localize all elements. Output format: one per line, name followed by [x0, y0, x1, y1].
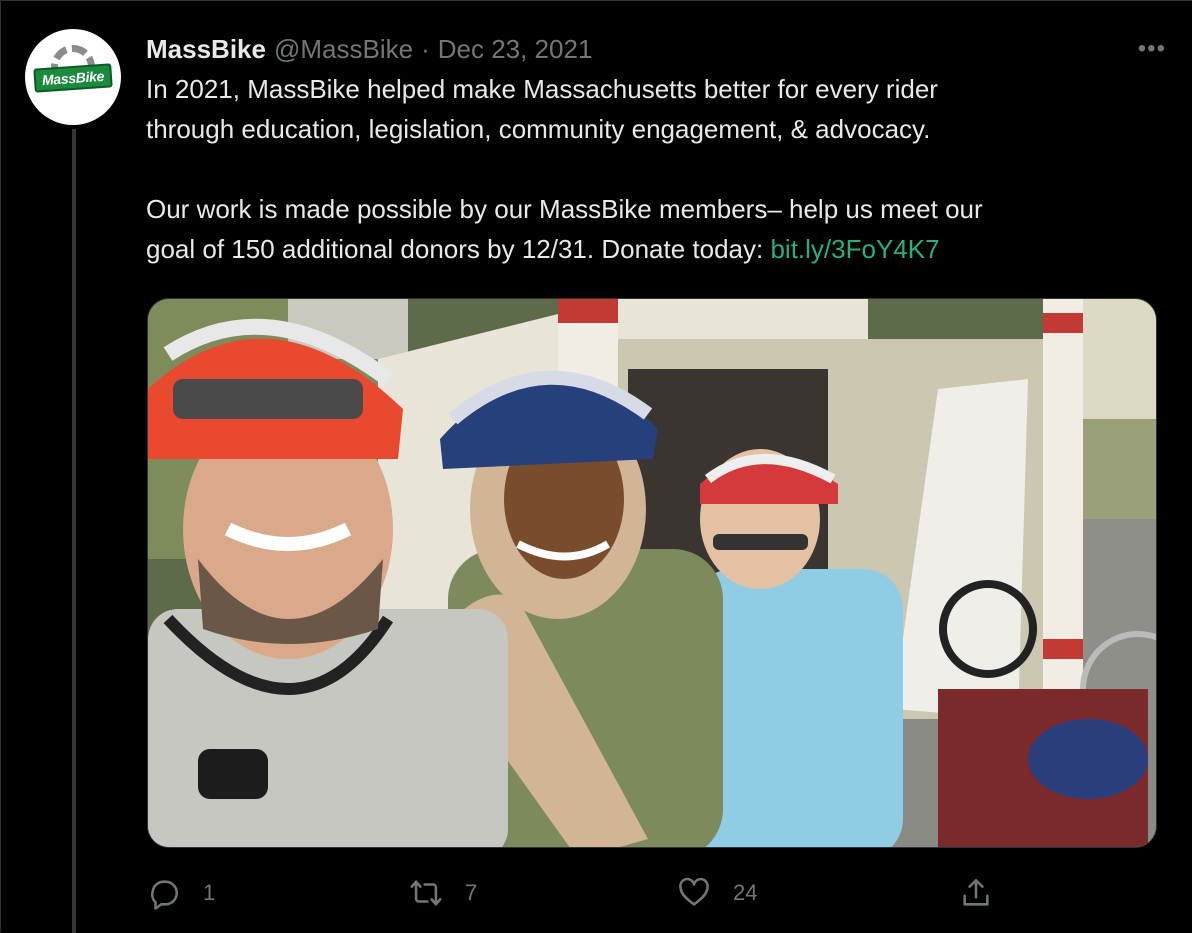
avatar[interactable]: MassBike [25, 29, 121, 125]
tweet-text: In 2021, MassBike helped make Massachuse… [146, 69, 1166, 269]
logo: MassBike [33, 63, 113, 93]
logo-text: MassBike [41, 67, 105, 89]
retweet-count: 7 [465, 880, 478, 905]
avatar-column: MassBike [25, 29, 121, 125]
tweet-content: MassBike @MassBike · Dec 23, 2021 ••• In… [146, 29, 1166, 269]
reply-button[interactable]: 1 [147, 867, 215, 919]
like-count: 24 [733, 880, 758, 905]
separator-dot: · [421, 33, 430, 64]
display-name[interactable]: MassBike [146, 34, 266, 65]
tweet-photo[interactable] [147, 298, 1157, 848]
reply-icon [150, 880, 178, 910]
photo-illustration [148, 299, 1156, 847]
retweet-icon [410, 880, 442, 906]
more-icon[interactable]: ••• [1138, 35, 1166, 63]
tweet-actions: 1 7 24 [147, 867, 1007, 923]
share-icon [963, 878, 989, 906]
thread-line [72, 129, 76, 933]
retweet-button[interactable]: 7 [409, 867, 477, 919]
user-handle[interactable]: @MassBike [274, 34, 413, 65]
heart-icon [679, 877, 709, 906]
donate-link[interactable]: bit.ly/3FoY4K7 [770, 234, 939, 264]
like-button[interactable]: 24 [677, 867, 757, 919]
share-button[interactable] [959, 867, 1015, 919]
reply-count: 1 [203, 880, 216, 905]
tweet-container: MassBike MassBike @MassBike · Dec 23, 20… [0, 0, 1192, 933]
tweet-date[interactable]: Dec 23, 2021 [438, 34, 593, 65]
tweet-header: MassBike @MassBike · Dec 23, 2021 [146, 29, 1166, 69]
